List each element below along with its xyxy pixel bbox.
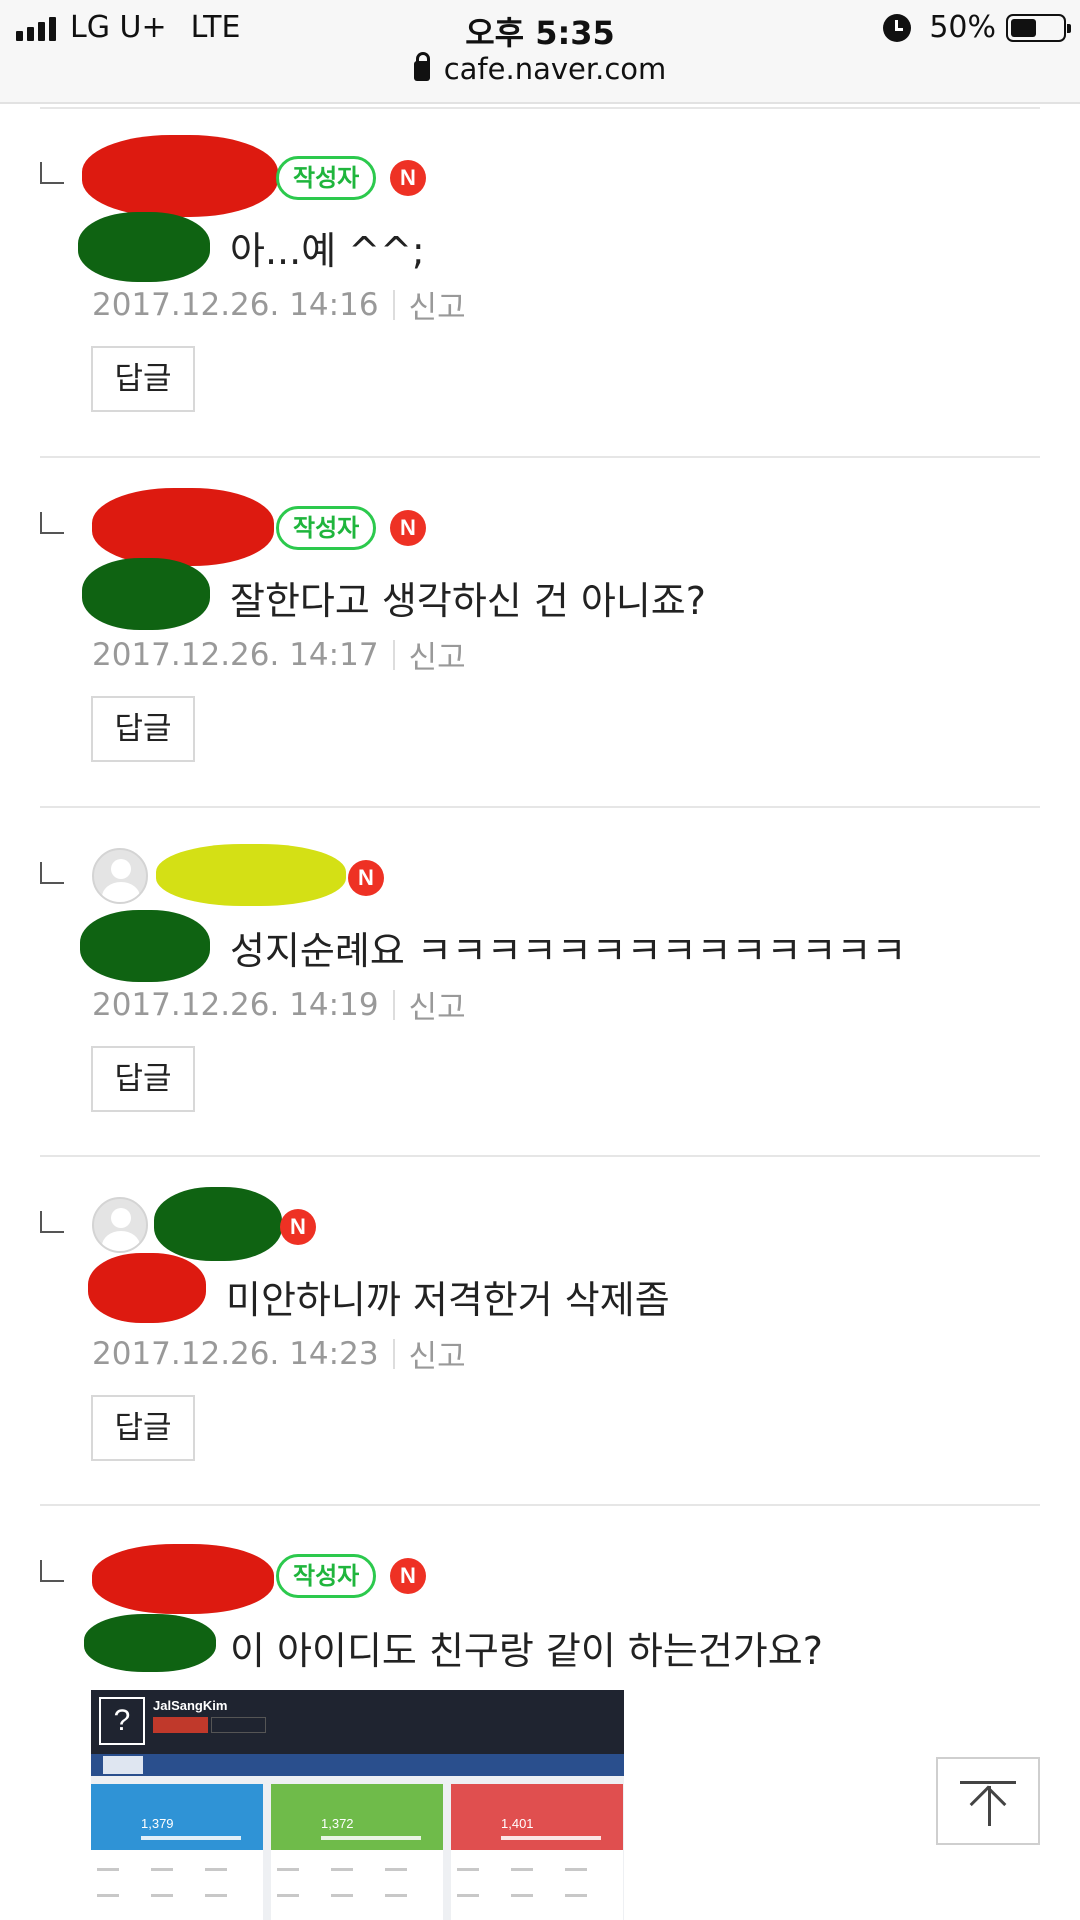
redacted-profile — [84, 1614, 216, 1672]
new-badge: N — [280, 1209, 316, 1245]
card-row — [457, 1894, 617, 1897]
comment-text: 이 아이디도 친구랑 같이 하는건가요? — [230, 1629, 823, 1673]
card-header — [91, 1784, 263, 1850]
battery-icon — [1006, 13, 1071, 42]
report-link[interactable]: 신고 — [409, 282, 466, 327]
card-bar — [501, 1836, 601, 1840]
author-badge: 작성자 — [276, 156, 377, 200]
card-header — [271, 1784, 443, 1850]
redacted-profile — [88, 1253, 206, 1323]
comment-meta: 2017.12.26. 14:16 신고 — [92, 282, 466, 327]
divider — [40, 1155, 1040, 1157]
address-bar[interactable]: cafe.naver.com — [0, 52, 1080, 86]
default-avatar-icon — [92, 848, 148, 904]
card-row — [97, 1868, 257, 1871]
new-badge: N — [390, 510, 426, 546]
card-rating: 1,379 — [141, 1816, 174, 1831]
comment-date: 2017.12.26. 14:19 — [92, 986, 379, 1023]
new-badge: N — [390, 1558, 426, 1594]
reply-indent-icon — [40, 162, 64, 184]
report-link[interactable]: 신고 — [409, 1331, 466, 1376]
meta-separator — [392, 1338, 395, 1369]
card-row — [97, 1894, 257, 1897]
divider — [40, 456, 1040, 458]
meta-separator — [392, 989, 395, 1020]
comment-meta: 2017.12.26. 14:23 신고 — [92, 1331, 466, 1376]
card-row — [277, 1894, 437, 1897]
comment-date: 2017.12.26. 14:17 — [92, 636, 379, 673]
card-row — [277, 1868, 437, 1871]
status-bar: LG U+ LTE 오후 5:35 50% cafe.naver.com — [0, 0, 1080, 104]
comment-meta: 2017.12.26. 14:19 신고 — [92, 982, 466, 1027]
arrow-up-icon — [969, 1785, 1007, 1823]
comment-meta: 2017.12.26. 14:17 신고 — [92, 632, 466, 677]
lock-icon — [413, 52, 430, 81]
comment-date: 2017.12.26. 14:16 — [92, 286, 379, 323]
redacted-nickname — [154, 1187, 282, 1261]
card-header — [451, 1784, 623, 1850]
image-stat-card: 1,372 — [271, 1784, 443, 1920]
image-tab — [103, 1756, 143, 1774]
profile-placeholder-icon: ? — [99, 1697, 145, 1745]
card-row — [457, 1868, 617, 1871]
comment-text: 성지순례요 ㅋㅋㅋㅋㅋㅋㅋㅋㅋㅋㅋㅋㅋㅋ — [230, 929, 907, 973]
card-bar — [141, 1836, 241, 1840]
report-link[interactable]: 신고 — [409, 632, 466, 677]
author-badge: 작성자 — [276, 1554, 377, 1598]
scroll-to-top-button[interactable] — [936, 1757, 1040, 1845]
reply-indent-icon — [40, 512, 64, 534]
redacted-profile — [80, 910, 210, 982]
status-right: 50% — [883, 10, 1071, 45]
comment-date: 2017.12.26. 14:23 — [92, 1335, 379, 1372]
image-nav — [91, 1754, 624, 1776]
battery-fill — [1011, 18, 1036, 37]
default-avatar-icon — [92, 1197, 148, 1253]
redacted-nickname — [82, 135, 278, 217]
attached-image[interactable]: ? JalSangKim 1,379 1,372 1,401 — [91, 1690, 624, 1920]
battery-percent: 50% — [929, 10, 996, 45]
new-badge: N — [390, 160, 426, 196]
url-text: cafe.naver.com — [443, 52, 667, 86]
redacted-nickname — [92, 488, 274, 566]
new-badge: N — [348, 860, 384, 896]
author-badge: 작성자 — [276, 506, 377, 550]
image-stat-card: 1,379 — [91, 1784, 263, 1920]
redacted-nickname — [156, 844, 346, 906]
report-link[interactable]: 신고 — [409, 982, 466, 1027]
divider — [40, 107, 1040, 109]
comment-text: 잘한다고 생각하신 건 아니죠? — [230, 579, 706, 623]
reply-button[interactable]: 답글 — [91, 1046, 195, 1112]
reply-indent-icon — [40, 1211, 64, 1233]
meta-separator — [392, 289, 395, 320]
image-button — [153, 1717, 208, 1733]
card-bar — [321, 1836, 421, 1840]
reply-button[interactable]: 답글 — [91, 1395, 195, 1461]
redacted-profile — [78, 212, 210, 282]
reply-indent-icon — [40, 862, 64, 884]
card-rating: 1,372 — [321, 1816, 354, 1831]
reply-button[interactable]: 답글 — [91, 696, 195, 762]
comment-text: 미안하니까 저격한거 삭제좀 — [226, 1278, 670, 1322]
redacted-profile — [82, 558, 210, 630]
image-button — [211, 1717, 266, 1733]
divider — [40, 806, 1040, 808]
redacted-nickname — [92, 1544, 274, 1614]
comment-text: 아...예 ^^; — [230, 229, 425, 273]
reply-indent-icon — [40, 1560, 64, 1582]
meta-separator — [392, 639, 395, 670]
image-stat-card: 1,401 — [451, 1784, 623, 1920]
alarm-icon — [883, 13, 912, 42]
card-rating: 1,401 — [501, 1816, 534, 1831]
reply-button[interactable]: 답글 — [91, 346, 195, 412]
divider — [40, 1504, 1040, 1506]
image-player-name: JalSangKim — [153, 1698, 228, 1713]
